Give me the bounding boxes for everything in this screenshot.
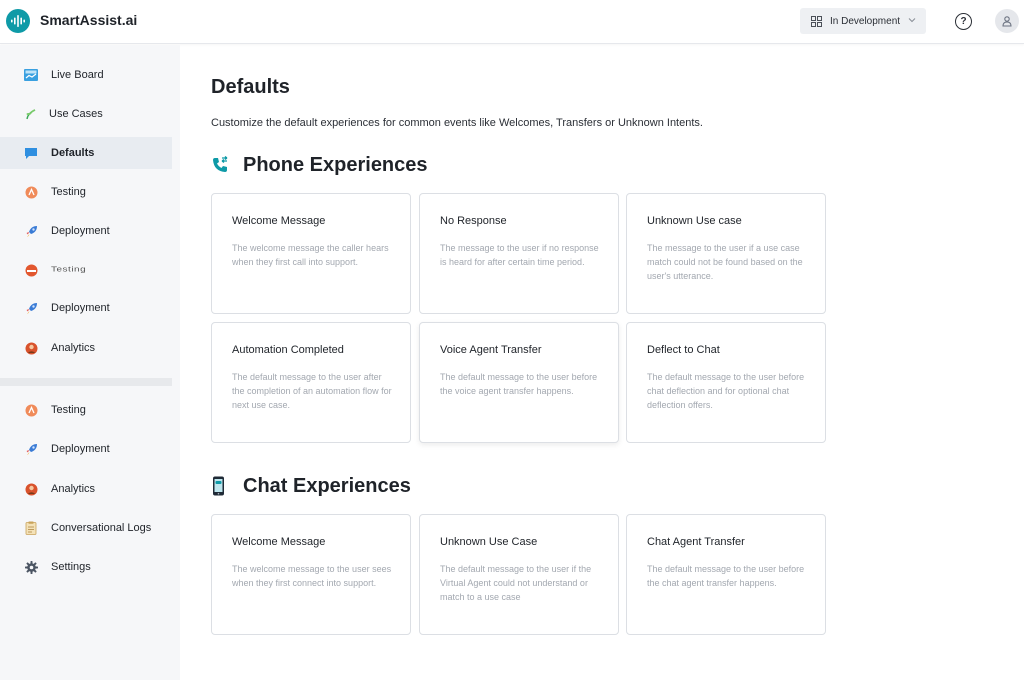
grid-icon [811,15,822,27]
testing-icon [24,263,38,277]
sidebar-item-label: Testing [51,404,86,416]
sidebar-item-label: Conversational Logs [51,522,152,534]
help-icon[interactable]: ? [955,13,972,30]
card-title: Automation Completed [232,344,344,356]
card-title: Voice Agent Transfer [440,344,542,356]
analytics-icon [24,482,38,496]
sidebar-item-label: Use Cases [49,108,103,120]
sidebar-item-testing[interactable]: Testing [0,176,172,208]
card-title: Chat Agent Transfer [647,536,745,548]
gear-icon [24,560,38,574]
sidebar-item-label: Testing [51,186,86,198]
page-description: Customize the default experiences for co… [211,117,703,129]
logs-icon [24,521,38,535]
card-voice-agent-transfer[interactable]: Voice Agent Transfer The default message… [419,322,619,443]
card-title: Deflect to Chat [647,344,720,356]
live-board-icon [24,68,38,82]
sidebar-item-deployment-2[interactable]: Deployment [0,292,172,324]
card-description: The default message to the user if the V… [440,564,592,602]
card-title: Welcome Message [232,215,326,227]
rocket-icon [24,301,38,315]
card-title: Welcome Message [232,536,326,548]
analytics-icon [24,341,38,355]
card-description: The default message to the user before c… [647,372,805,410]
sidebar-item-deployment-3[interactable]: Deployment [0,433,172,465]
sidebar-item-conversational-logs[interactable]: Conversational Logs [0,512,172,544]
user-icon [1002,15,1012,27]
avatar[interactable] [995,9,1019,33]
brand-logo-icon[interactable] [6,9,30,33]
sidebar-item-label: Testing [51,266,87,274]
defaults-icon [24,146,38,160]
sidebar-item-label: Analytics [51,342,96,354]
rocket-icon [24,442,38,456]
sidebar-item-testing-3[interactable]: Testing [0,394,172,426]
environment-label: In Development [830,15,901,27]
sidebar-item-settings[interactable]: Settings [0,551,172,583]
sidebar-item-label: Live Board [51,69,104,81]
card-description: The default message to the user before t… [440,372,598,396]
section-title: Phone Experiences [243,153,428,176]
sidebar-item-deployment[interactable]: Deployment [0,215,172,247]
rocket-icon [24,224,38,238]
card-chat-welcome-message[interactable]: Welcome Message The welcome message to t… [211,514,411,635]
environment-select[interactable]: In Development [800,8,926,34]
card-title: Unknown Use case [647,215,742,227]
sidebar-item-label: Defaults [51,147,95,159]
card-welcome-message[interactable]: Welcome Message The welcome message the … [211,193,411,314]
card-title: No Response [440,215,507,227]
testing-icon [24,185,38,199]
card-chat-agent-transfer[interactable]: Chat Agent Transfer The default message … [626,514,826,635]
app-name: SmartAssist.ai [40,12,138,28]
testing-icon [24,403,38,417]
mobile-chat-icon [211,475,233,497]
phone-experiences-header: Phone Experiences [211,152,428,178]
sidebar-item-defaults[interactable]: Defaults [0,137,172,169]
chat-experiences-header: Chat Experiences [211,473,411,499]
sidebar-item-use-cases[interactable]: Use Cases [0,98,172,130]
sidebar-item-analytics-2[interactable]: Analytics [0,473,172,505]
sidebar-item-analytics[interactable]: Analytics [0,332,172,364]
sidebar: Live Board Use Cases Defaults Testing De… [0,45,180,680]
section-title: Chat Experiences [243,474,411,497]
top-bar: SmartAssist.ai In Development ? [0,0,1024,44]
sidebar-item-live-board[interactable]: Live Board [0,59,172,91]
sidebar-divider [0,378,172,386]
sidebar-item-label: Analytics [51,483,96,495]
card-description: The message to the user if a use case ma… [647,243,803,281]
card-unknown-use-case[interactable]: Unknown Use case The message to the user… [626,193,826,314]
page-title: Defaults [211,76,290,98]
sidebar-item-testing-2[interactable]: Testing [0,254,172,286]
card-deflect-to-chat[interactable]: Deflect to Chat The default message to t… [626,322,826,443]
card-title: Unknown Use Case [440,536,538,548]
card-chat-unknown-use-case[interactable]: Unknown Use Case The default message to … [419,514,619,635]
chevron-down-icon [908,18,916,23]
sidebar-item-label: Deployment [51,225,110,237]
card-description: The welcome message the caller hears whe… [232,243,389,267]
card-description: The welcome message to the user sees whe… [232,564,392,588]
card-description: The message to the user if no response i… [440,243,599,267]
card-description: The default message to the user before t… [647,564,805,588]
phone-transfer-icon [211,154,233,176]
sidebar-item-label: Deployment [51,443,110,455]
card-no-response[interactable]: No Response The message to the user if n… [419,193,619,314]
sidebar-item-label: Deployment [51,302,110,314]
card-description: The default message to the user after th… [232,372,392,410]
use-cases-icon [24,107,38,121]
sidebar-item-label: Settings [51,561,91,573]
card-automation-completed[interactable]: Automation Completed The default message… [211,322,411,443]
